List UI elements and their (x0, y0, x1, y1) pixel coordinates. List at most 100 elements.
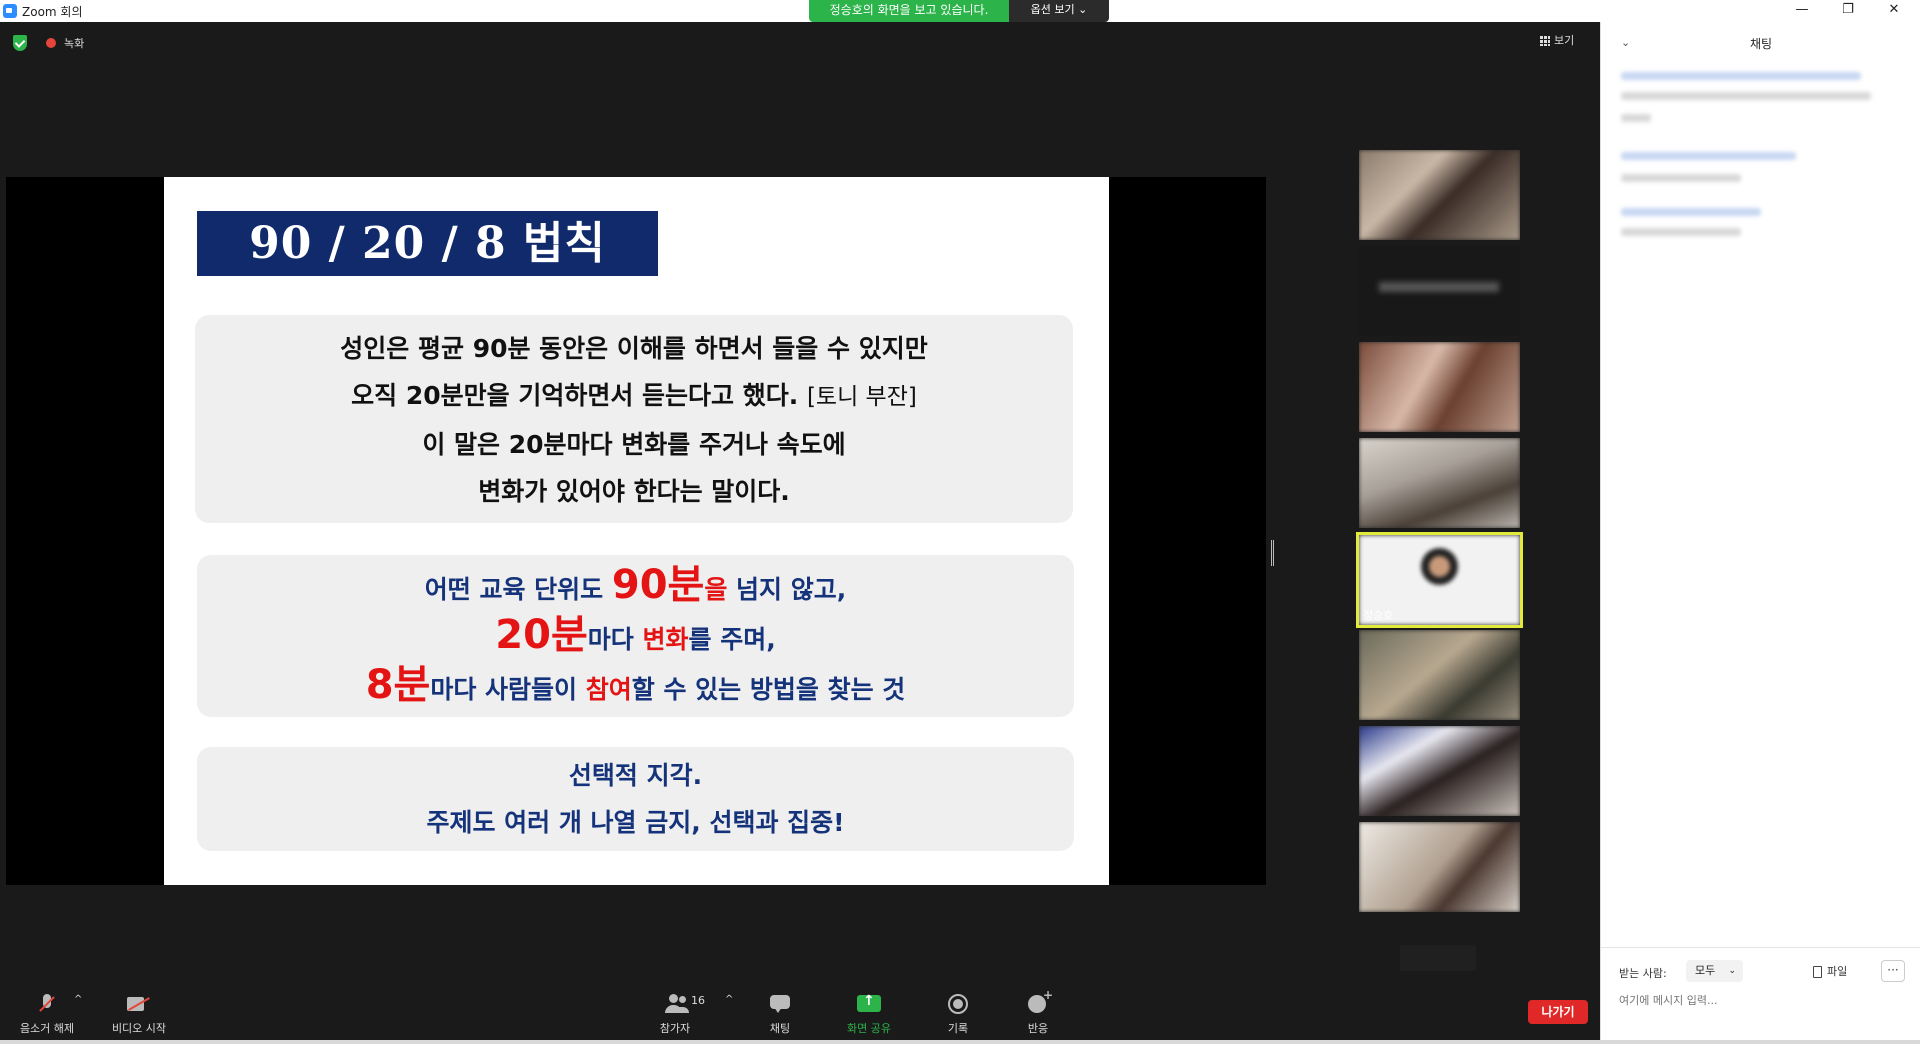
blurred-chat-message (1621, 152, 1796, 160)
send-file-button[interactable]: 파일 (1813, 963, 1847, 979)
rule-text: 마다 사람들이 (430, 675, 586, 704)
rule-red-text: 참여 (585, 675, 632, 704)
rule-red-text: 변화 (642, 625, 689, 654)
start-video-label: 비디오 시작 (111, 1022, 167, 1035)
rule-text: 를 주며, (688, 625, 776, 654)
video-off-icon (127, 994, 151, 1014)
chat-panel: ⌄ 채팅 받는 사람: 모두 ⌄ 파일 ··· (1600, 22, 1920, 1044)
restore-button[interactable]: ❐ (1825, 0, 1871, 22)
chat-panel-title: 채팅 (1749, 37, 1773, 51)
window-title: Zoom 회의 (22, 5, 83, 19)
participant-video-tile[interactable] (1359, 150, 1520, 240)
intro-line-1: 성인은 평균 90분 동안은 이해를 하면서 들을 수 있지만 (340, 334, 928, 363)
intro-line-3: 이 말은 20분마다 변화를 주거나 속도에 (422, 430, 846, 459)
view-label: 보기 (1554, 34, 1575, 47)
focus-line-2: 주제도 여러 개 나열 금지, 선택과 집중! (426, 808, 845, 837)
rule-line-2: 20분마다 변화를 주며, (197, 610, 1074, 660)
rule-text: 할 수 있는 방법을 찾는 것 (631, 675, 906, 704)
leave-meeting-button[interactable]: 나가기 (1528, 1000, 1588, 1024)
recipient-value: 모두 (1695, 964, 1716, 977)
intro-line-2: 오직 20분만을 기억하면서 듣는다고 했다. [토니 부잔] (195, 372, 1073, 421)
panel-resize-handle[interactable] (1271, 540, 1274, 566)
rule-text: 어떤 교육 단위도 (424, 575, 612, 604)
shared-screen: 90 / 20 / 8 법칙 성인은 평균 90분 동안은 이해를 하면서 들을… (6, 177, 1266, 885)
intro-line-2-text: 오직 20분만을 기억하면서 듣는다고 했다. (351, 381, 799, 410)
rule-text: 마다 (587, 625, 643, 654)
slide-box-rule: 어떤 교육 단위도 90분을 넘지 않고, 20분마다 변화를 주며, 8분마다… (197, 555, 1074, 717)
muted-microphone-icon (35, 994, 59, 1014)
blurred-chat-message (1621, 92, 1871, 100)
encryption-shield-icon[interactable] (13, 35, 27, 51)
chat-message-input[interactable] (1619, 990, 1899, 1010)
participant-video-tile[interactable] (1359, 822, 1520, 912)
unmute-button[interactable]: 음소거 해제 (2, 980, 92, 1044)
intro-citation: [토니 부잔] (806, 384, 917, 410)
meeting-toolbar: 음소거 해제 ^ 비디오 시작 참가자 16 ^ 채팅 화면 공유 기록 반응 (0, 980, 1600, 1044)
rule-text: 넘지 않고, (727, 575, 847, 604)
meeting-main-area: 녹화 보기 90 / 20 / 8 법칙 성인은 평균 90분 동안은 이해를 … (0, 22, 1600, 980)
view-button[interactable]: 보기 (1540, 32, 1574, 48)
grid-view-icon (1540, 36, 1550, 46)
chat-more-button[interactable]: ··· (1881, 960, 1905, 982)
blurred-participant-name (1379, 282, 1499, 292)
viewing-share-banner: 정승호의 화면을 보고 있습니다. (809, 0, 1009, 22)
active-speaker-tile[interactable]: 정승호 (1356, 532, 1523, 628)
presentation-slide: 90 / 20 / 8 법칙 성인은 평균 90분 동안은 이해를 하면서 들을… (164, 177, 1109, 885)
share-screen-label: 화면 공유 (847, 1022, 891, 1035)
blurred-video (1359, 150, 1520, 240)
chat-bubble-icon (768, 994, 792, 1014)
blurred-chat-message (1621, 208, 1761, 216)
blurred-video (1359, 342, 1520, 432)
participant-video-tile[interactable] (1359, 630, 1520, 720)
rule-line-1: 어떤 교육 단위도 90분을 넘지 않고, (197, 560, 1074, 610)
gallery-page-button[interactable] (1400, 945, 1476, 971)
chevron-down-icon: ⌄ (1728, 966, 1736, 976)
record-button[interactable]: 기록 (913, 980, 1003, 1044)
record-icon (946, 994, 970, 1014)
recording-indicator-icon (46, 38, 56, 48)
participants-count: 16 (691, 994, 705, 1007)
share-screen-button[interactable]: 화면 공유 (824, 980, 914, 1044)
participants-icon (663, 994, 687, 1014)
close-button[interactable]: ✕ (1871, 0, 1917, 22)
active-speaker-name: 정승호 (1363, 609, 1394, 622)
audio-options-caret[interactable]: ^ (74, 994, 82, 1005)
minimize-button[interactable]: — (1779, 0, 1825, 22)
blurred-chat-message (1621, 114, 1651, 122)
chat-button[interactable]: 채팅 (735, 980, 825, 1044)
view-options-button[interactable]: 옵션 보기 ⌄ (1009, 0, 1109, 22)
participant-video-tile[interactable] (1359, 726, 1520, 816)
rule-line-3: 8분마다 사람들이 참여할 수 있는 방법을 찾는 것 (197, 660, 1074, 710)
reactions-button[interactable]: 반응 (993, 980, 1083, 1044)
rule-highlight-8: 8분 (365, 662, 431, 708)
chat-label: 채팅 (769, 1022, 791, 1035)
share-screen-icon (857, 993, 881, 1014)
blurred-chat-message (1621, 72, 1861, 80)
participant-video-tile[interactable] (1359, 342, 1520, 432)
reactions-label: 반응 (1027, 1022, 1049, 1035)
start-video-button[interactable]: 비디오 시작 (94, 980, 184, 1044)
taskbar-edge (0, 1040, 1920, 1044)
rule-highlight-90: 90분 (611, 562, 705, 608)
recording-label: 녹화 (64, 37, 85, 50)
focus-line-1: 선택적 지각. (568, 761, 703, 790)
chat-footer-divider (1601, 947, 1920, 948)
blurred-video (1359, 438, 1520, 528)
blurred-chat-message (1621, 228, 1741, 236)
recipient-select[interactable]: 모두 ⌄ (1686, 960, 1743, 982)
participants-button[interactable]: 참가자 (630, 980, 720, 1044)
participant-video-tile[interactable] (1359, 438, 1520, 528)
file-icon (1813, 966, 1822, 978)
intro-line-4: 변화가 있어야 한다는 말이다. (478, 477, 790, 506)
unmute-label: 음소거 해제 (19, 1022, 75, 1035)
recipient-label: 받는 사람: (1619, 967, 1667, 980)
participants-options-caret[interactable]: ^ (725, 994, 733, 1005)
slide-title: 90 / 20 / 8 법칙 (197, 211, 658, 276)
rule-highlight-20: 20분 (495, 612, 588, 658)
blurred-video (1359, 726, 1520, 816)
blurred-video (1359, 822, 1520, 912)
record-label: 기록 (947, 1022, 969, 1035)
participant-video-tile[interactable] (1359, 246, 1520, 336)
participants-label: 참가자 (659, 1022, 691, 1035)
reaction-smiley-icon (1026, 988, 1053, 1014)
